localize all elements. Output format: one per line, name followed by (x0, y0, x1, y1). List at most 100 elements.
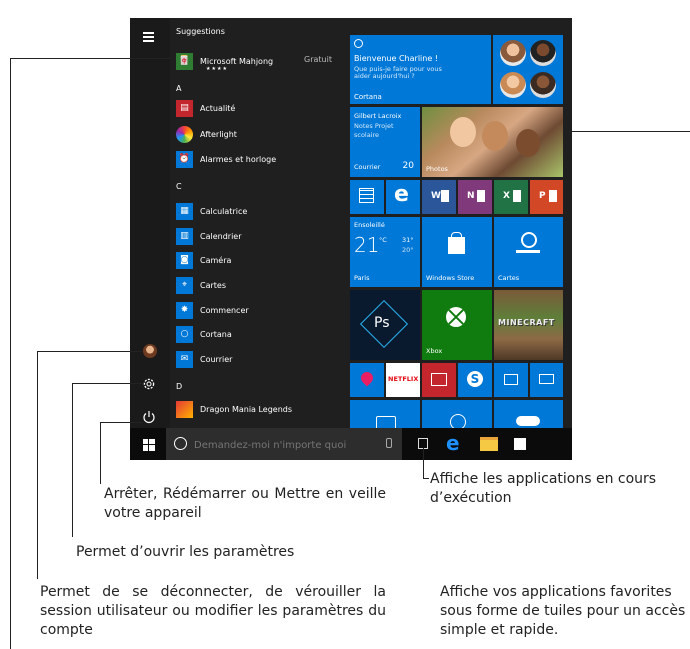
app-item-camera[interactable]: ◙ Caméra (176, 250, 231, 270)
dragon-icon (176, 400, 193, 418)
app-item-dragon-mania[interactable]: Dragon Mania Legends (176, 399, 292, 419)
word-tile[interactable]: W (422, 180, 456, 214)
app-item-afterlight[interactable]: Afterlight (176, 124, 237, 144)
contact-avatar (530, 72, 556, 98)
app-item-alarmes[interactable]: ⏰ Alarmes et horloge (176, 149, 276, 169)
contact-avatar (500, 72, 526, 98)
movies-tile[interactable] (494, 363, 528, 397)
annotation-account: Permet de se déconnecter, de vérouiller … (40, 584, 386, 638)
camera-icon: ◙ (176, 251, 193, 269)
skype-tile[interactable]: S (458, 363, 492, 397)
photoshop-express-tile[interactable]: Ps (350, 290, 420, 360)
cortana-ring-icon (174, 437, 187, 450)
settings-gear-icon[interactable] (142, 377, 156, 391)
microphone-icon[interactable] (386, 438, 392, 448)
start-menu-screenshot: Suggestions 🀄 Microsoft Mahjong ★★★★ Gra… (130, 18, 572, 460)
app-item-actualite[interactable]: ▤ Actualité (176, 98, 235, 118)
user-avatar-icon[interactable] (143, 344, 157, 358)
app-item-commencer[interactable]: ✸ Commencer (176, 300, 249, 320)
word-icon: W (431, 191, 441, 201)
annotation-settings: Permet d’ouvrir les paramètres (76, 544, 295, 560)
photo-face (482, 121, 508, 151)
clapperboard-icon (504, 374, 518, 385)
mahjong-icon: 🀄 (176, 52, 193, 70)
xbox-tile[interactable]: Xbox (422, 290, 492, 360)
file-explorer-icon[interactable] (480, 437, 498, 451)
callout-line-account-h-top (10, 58, 170, 59)
location-pin-icon (358, 369, 376, 387)
onedrive-tile[interactable] (494, 400, 563, 430)
callout-line-taskview-v (423, 448, 424, 478)
group-letter-a[interactable]: A (176, 84, 181, 93)
weather-tile[interactable]: Ensoleillé 21 °C 31° 20° Paris (350, 217, 420, 287)
groove-tile[interactable] (422, 400, 492, 430)
callout-line-taskview-h (423, 478, 429, 479)
edge-tile[interactable]: e (386, 180, 420, 214)
photo-face (450, 117, 476, 147)
cortana-search-box[interactable] (166, 428, 402, 460)
group-letter-c[interactable]: C (176, 182, 182, 191)
annotation-taskview: Affiche les applications en cours d’exéc… (430, 471, 657, 506)
callout-line-power-v (100, 422, 101, 484)
search-input[interactable] (192, 436, 366, 454)
maps-pin-tile[interactable] (350, 363, 384, 397)
start-left-rail (130, 18, 170, 428)
callout-line-user-h (37, 351, 143, 352)
calendar-icon: ▥ (176, 227, 193, 245)
minecraft-tile[interactable]: MINECRAFT (494, 290, 563, 360)
map-pin-icon (521, 232, 537, 248)
windows-start-icon[interactable] (143, 439, 155, 451)
news-icon (431, 373, 447, 386)
callout-line-power-h (100, 422, 142, 423)
group-letter-d[interactable]: D (176, 382, 182, 391)
edge-taskbar-icon[interactable]: e (446, 431, 460, 455)
news-tile[interactable] (422, 363, 456, 397)
store-taskbar-icon[interactable] (514, 438, 526, 450)
app-item-calculatrice[interactable]: ▦ Calculatrice (176, 201, 247, 221)
cortana-circle-icon (354, 39, 363, 48)
windows-store-tile[interactable]: Windows Store (422, 217, 492, 287)
annotation-tiles: Affiche vos applications favorites sous … (440, 584, 686, 638)
excel-tile[interactable]: X (494, 180, 528, 214)
callout-line-account-v (10, 58, 11, 649)
callout-line-user-v (37, 351, 38, 579)
contact-avatar (500, 40, 526, 66)
news-icon: ▤ (176, 99, 193, 117)
hamburger-menu-icon[interactable] (143, 32, 154, 42)
calendar-icon (359, 188, 374, 203)
camera-tile[interactable] (350, 400, 420, 430)
maps-tile[interactable]: Cartes (494, 217, 563, 287)
mail-icon: ✉ (176, 350, 193, 368)
contact-avatar (530, 40, 556, 66)
netflix-tile[interactable]: NETFLIX (386, 363, 420, 397)
excel-icon: X (503, 191, 510, 201)
onenote-icon: N (467, 191, 475, 201)
calendar-tile[interactable] (350, 180, 384, 214)
app-item-calendrier[interactable]: ▥ Calendrier (176, 226, 242, 246)
onenote-tile[interactable]: N (458, 180, 492, 214)
app-item-cortana[interactable]: ○ Cortana (176, 324, 232, 344)
taskbar: e (130, 428, 572, 460)
cortana-tile[interactable]: Bienvenue Charline ! Que puis-je faire p… (350, 35, 491, 104)
app-price: Gratuit (304, 55, 332, 64)
photos-tile[interactable]: Photos (422, 107, 563, 177)
live-tiles: Bienvenue Charline ! Que puis-je faire p… (348, 32, 568, 430)
app-item-courrier[interactable]: ✉ Courrier (176, 349, 232, 369)
device-icon (539, 374, 554, 384)
power-icon[interactable] (142, 410, 156, 424)
connect-tile[interactable] (530, 363, 563, 397)
shopping-bag-icon (448, 237, 465, 254)
cortana-icon: ○ (176, 325, 193, 343)
cloud-icon (516, 416, 540, 426)
skype-icon: S (467, 371, 483, 387)
map-pin-icon: ⌖ (176, 276, 193, 294)
callout-line-settings-v (72, 383, 73, 537)
calculator-icon: ▦ (176, 202, 193, 220)
edge-icon: e (394, 182, 409, 207)
app-rating: ★★★★ (206, 66, 228, 72)
people-tile[interactable] (493, 35, 563, 104)
mail-tile[interactable]: Gilbert Lacroix Notes Projet scolaire Co… (350, 107, 420, 177)
suggestions-header: Suggestions (176, 27, 225, 36)
powerpoint-tile[interactable]: P (530, 180, 563, 214)
app-item-cartes[interactable]: ⌖ Cartes (176, 275, 226, 295)
